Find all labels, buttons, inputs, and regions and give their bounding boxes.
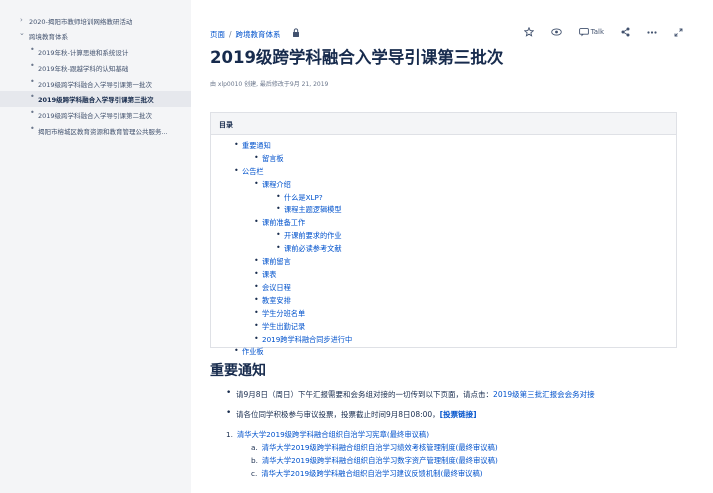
share-icon[interactable]: [621, 27, 630, 37]
breadcrumb-space[interactable]: 跨境教育体系: [236, 30, 281, 39]
talk-button[interactable]: Talk: [578, 27, 604, 37]
sidebar-item-label: 揭阳市榕城区教育资源和教育管理公共服务...: [38, 128, 168, 136]
talk-label: Talk: [590, 28, 604, 36]
ordered-item[interactable]: a. 清华大学2019级跨学科融合组织自治学习绩效考核管理制度(最终审议稿): [251, 443, 498, 453]
sidebar-item-label: 2019级跨学科融合入学导引课第二批次: [38, 112, 153, 120]
bullet-icon: •: [30, 45, 35, 54]
bullet-icon: •: [276, 192, 281, 201]
toc-item[interactable]: • 课前必读参考文献: [276, 243, 342, 254]
sidebar-item-public-services[interactable]: • 揭阳市榕城区教育资源和教育管理公共服务...: [0, 123, 191, 139]
bullet-icon: •: [254, 295, 259, 304]
sidebar-item-batch-three[interactable]: • 2019级跨学科融合入学导引课第三批次: [0, 91, 191, 107]
bullet-icon: •: [234, 346, 239, 355]
star-icon[interactable]: [523, 27, 534, 37]
notice-item: • 请各位同学积极参与审议投票，投票截止时间9月8日08:00，[投票链接]: [226, 408, 477, 420]
breadcrumb-separator: /: [229, 30, 232, 39]
restriction-icon[interactable]: [292, 28, 300, 39]
sidebar-item-batch-one[interactable]: • 2019级跨学科融合入学导引课第一批次: [0, 76, 191, 92]
bullet-icon: •: [30, 92, 35, 101]
page-actions: Talk: [523, 25, 683, 39]
toc-item[interactable]: • 留言板: [254, 153, 284, 164]
toc-item[interactable]: • 会议日程: [254, 282, 291, 293]
ordered-item-link[interactable]: 清华大学2019级跨学科融合组织自治学习数字资产管理制度(最终审议稿): [262, 456, 498, 465]
toc-item[interactable]: • 课前准备工作: [254, 217, 305, 228]
bullet-icon: •: [226, 388, 232, 398]
sidebar-item-label: 2019年秋-跟越学科的认知基础: [38, 65, 129, 73]
bullet-icon: •: [30, 61, 35, 70]
bullet-icon: •: [254, 179, 259, 188]
breadcrumb-pages[interactable]: 页面: [210, 30, 225, 39]
ordered-item[interactable]: c. 清华大学2019级跨学科融合组织自治学习建议反馈机制(最终审议稿): [251, 469, 483, 479]
bullet-icon: •: [234, 166, 239, 175]
page-byline: 由 xlp0010 创建, 最后修改于9月 21, 2019: [210, 81, 329, 88]
sidebar: › 2020-揭阳市教师培训网络教研活动 ⌄ 跨境教育体系 • 2019年秋-计…: [0, 0, 191, 493]
more-actions-icon[interactable]: [647, 30, 657, 34]
bullet-icon: •: [254, 282, 259, 291]
ordered-item-link[interactable]: 清华大学2019级跨学科融合组织自治学习绩效考核管理制度(最终审议稿): [262, 443, 498, 452]
bullet-icon: •: [30, 124, 35, 133]
bullet-icon: •: [254, 217, 259, 226]
bullet-icon: •: [254, 256, 259, 265]
vote-link[interactable]: [投票链接]: [440, 410, 477, 419]
bullet-icon: •: [30, 108, 35, 117]
sidebar-item-label: 2019级跨学科融合入学导引课第三批次: [38, 96, 154, 104]
bullet-icon: •: [254, 153, 259, 162]
ordered-item[interactable]: 1. 清华大学2019级跨学科融合组织自治学习宪章(最终审议稿): [226, 430, 429, 440]
table-of-contents: 目录 • 重要通知 • 留言板 • 公告栏 • 课程介绍 • 什么是XLP? • 课程主题逻…: [210, 112, 677, 356]
toc-item[interactable]: • 公告栏: [234, 166, 264, 177]
toc-item[interactable]: • 教室安排: [254, 295, 291, 306]
toc-item[interactable]: • 什么是XLP?: [276, 192, 323, 203]
toc-item[interactable]: • 作业板: [234, 346, 264, 357]
sidebar-item-label: 跨境教育体系: [29, 33, 68, 41]
notice-text: 请9月8日（周日）下午汇报需要和会务组对接的一切传到以下页面，请点击：: [236, 390, 494, 399]
sidebar-item-label: 2019级跨学科融合入学导引课第一批次: [38, 81, 153, 89]
sidebar-item-cross-border-education[interactable]: ⌄ 跨境教育体系: [0, 28, 191, 44]
sidebar-item-label: 2019年秋-计算思维和系统设计: [38, 49, 129, 57]
chevron-right-icon[interactable]: ›: [20, 16, 23, 24]
bullet-icon: •: [254, 321, 259, 330]
notice-item: • 请9月8日（周日）下午汇报需要和会务组对接的一切传到以下页面，请点击：201…: [226, 388, 595, 400]
sidebar-item-label: 2020-揭阳市教师培训网络教研活动: [29, 18, 133, 26]
toc-item[interactable]: • 重要通知: [234, 140, 271, 151]
toc-item[interactable]: • 开课前要求的作业: [276, 230, 342, 241]
sidebar-item-computational-thinking[interactable]: • 2019年秋-计算思维和系统设计: [0, 44, 191, 60]
toc-item[interactable]: • 学生出勤记录: [254, 321, 305, 332]
bullet-icon: •: [276, 204, 281, 213]
watch-icon[interactable]: [550, 28, 562, 36]
chevron-down-icon[interactable]: ⌄: [19, 29, 25, 37]
bullet-icon: •: [234, 140, 239, 149]
talk-icon: [578, 27, 589, 36]
toc-item[interactable]: • 课程主题逻辑模型: [276, 204, 342, 215]
bullet-icon: •: [30, 77, 35, 86]
section-heading-important-notice: 重要通知: [210, 363, 266, 379]
bullet-icon: •: [276, 243, 281, 252]
sidebar-item-teacher-training[interactable]: › 2020-揭阳市教师培训网络教研活动: [0, 13, 191, 29]
toc-item[interactable]: • 2019跨学科融合同步进行中: [254, 334, 352, 345]
toc-item[interactable]: • 学生分班名单: [254, 308, 305, 319]
bullet-icon: •: [254, 334, 259, 343]
bullet-icon: •: [226, 408, 232, 418]
sidebar-item-batch-two[interactable]: • 2019级跨学科融合入学导引课第二批次: [0, 107, 191, 123]
page-title: 2019级跨学科融合入学导引课第三批次: [210, 48, 504, 67]
bullet-icon: •: [254, 308, 259, 317]
ordered-item[interactable]: b. 清华大学2019级跨学科融合组织自治学习数字资产管理制度(最终审议稿): [251, 456, 498, 466]
notice-link[interactable]: 2019级第三批汇报会会务对接: [493, 390, 595, 399]
ordered-item-link[interactable]: 清华大学2019级跨学科融合组织自治学习宪章(最终审议稿): [237, 430, 429, 439]
ordered-item-link[interactable]: 清华大学2019级跨学科融合组织自治学习建议反馈机制(最终审议稿): [261, 469, 482, 478]
toc-item[interactable]: • 课程介绍: [254, 179, 291, 190]
breadcrumb: 页面 / 跨境教育体系: [210, 28, 300, 40]
expand-icon[interactable]: [674, 28, 683, 37]
bullet-icon: •: [276, 230, 281, 239]
toc-item[interactable]: • 课前留言: [254, 256, 291, 267]
sidebar-item-cognitive-foundations[interactable]: • 2019年秋-跟越学科的认知基础: [0, 60, 191, 76]
main-content: 页面 / 跨境教育体系 Talk 2019级跨学科融合入学导引课第三批次 由 xlp…: [191, 0, 713, 493]
toc-heading: 目录: [211, 113, 676, 135]
notice-text: 请各位同学积极参与审议投票，投票截止时间9月8日08:00，: [236, 410, 440, 419]
toc-item[interactable]: • 课表: [254, 269, 276, 280]
bullet-icon: •: [254, 269, 259, 278]
